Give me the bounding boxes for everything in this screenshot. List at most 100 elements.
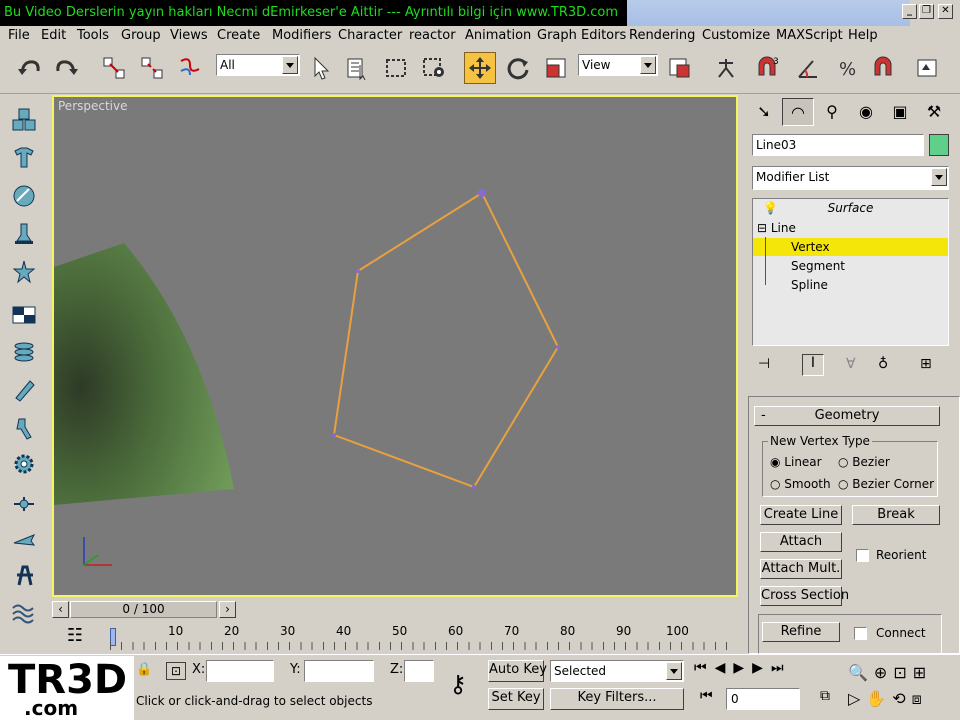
particles-tab[interactable]: [8, 256, 40, 288]
select-by-name-button[interactable]: [342, 52, 374, 84]
character-tab[interactable]: [8, 560, 40, 592]
menu-maxscript[interactable]: MAXScript: [776, 28, 843, 43]
selection-filter-dropdown[interactable]: All: [216, 54, 300, 76]
select-and-scale-button[interactable]: [540, 52, 572, 84]
radio-linear[interactable]: ◉ Linear: [770, 455, 822, 469]
geometry-rollout-header[interactable]: - Geometry: [754, 406, 940, 426]
window-crossing-button[interactable]: [418, 52, 450, 84]
next-frame-icon[interactable]: ▶: [752, 660, 771, 676]
zoom-extents-icon[interactable]: ⊡: [893, 663, 912, 682]
menu-group[interactable]: Group: [121, 28, 161, 43]
configure-sets-icon[interactable]: ⊞: [920, 356, 932, 372]
lights-tab[interactable]: [8, 218, 40, 250]
track-bar-menu-icon[interactable]: ☷: [62, 625, 88, 651]
unlink-button[interactable]: [136, 52, 168, 84]
auto-key-button[interactable]: Auto Key: [488, 660, 547, 682]
menu-modifiers[interactable]: Modifiers: [272, 28, 331, 43]
y-coordinate-field[interactable]: [304, 660, 374, 682]
pin-stack-icon[interactable]: ⊣: [758, 356, 770, 372]
surface-object[interactable]: [54, 243, 234, 505]
time-configuration-icon[interactable]: ⧉: [820, 688, 830, 704]
reference-coordinate-dropdown[interactable]: View: [578, 54, 658, 76]
maximize-viewport-icon[interactable]: ⧈: [912, 689, 928, 708]
pan-hand-icon[interactable]: ✋: [866, 689, 892, 708]
undo-button[interactable]: [14, 52, 46, 84]
vertex-point[interactable]: [332, 433, 336, 437]
previous-frame-icon[interactable]: ◀: [715, 660, 734, 676]
vertex-point[interactable]: [556, 345, 560, 349]
objects-tab[interactable]: [8, 104, 40, 136]
zoom-all-icon[interactable]: ⊕: [874, 663, 893, 682]
materials-tab[interactable]: [8, 298, 40, 330]
menu-create[interactable]: Create: [217, 28, 260, 43]
modify-tab-icon[interactable]: ◠: [782, 98, 814, 126]
pivot-center-button[interactable]: [664, 52, 696, 84]
stack-item-segment[interactable]: Segment: [753, 257, 948, 275]
menu-rendering[interactable]: Rendering: [629, 28, 695, 43]
create-tab-icon[interactable]: ➘: [748, 98, 780, 126]
hierarchy-tab-icon[interactable]: ⚲: [816, 98, 848, 126]
radio-bezier[interactable]: ○ Bezier: [838, 455, 890, 469]
bulb-icon[interactable]: 💡: [763, 201, 778, 215]
menu-animation[interactable]: Animation: [465, 28, 531, 43]
select-and-manipulate-button[interactable]: [710, 52, 742, 84]
layers-tab[interactable]: [8, 336, 40, 368]
display-tab-icon[interactable]: ▣: [884, 98, 916, 126]
menu-reactor[interactable]: reactor: [409, 28, 456, 43]
attach-mult-button[interactable]: Attach Mult.: [760, 559, 842, 579]
key-filters-button[interactable]: Key Filters...: [550, 688, 684, 710]
menu-file[interactable]: File: [8, 28, 30, 43]
helpers-tab[interactable]: [8, 374, 40, 406]
remove-modifier-icon[interactable]: ♁: [878, 356, 888, 372]
menu-customize[interactable]: Customize: [702, 28, 770, 43]
key-mode-icon[interactable]: ⏮: [700, 688, 713, 704]
key-set-dropdown[interactable]: Selected: [550, 660, 684, 682]
cross-section-button[interactable]: Cross Section: [760, 586, 849, 606]
snaps-toggle-button[interactable]: 3: [752, 52, 784, 84]
object-name-field[interactable]: Line03: [752, 134, 924, 156]
time-prev-button[interactable]: ‹: [52, 601, 69, 618]
absolute-mode-icon[interactable]: ⊡: [166, 662, 186, 680]
break-button[interactable]: Break: [852, 505, 940, 525]
stack-item-line[interactable]: ⊟ Line: [757, 219, 937, 237]
menu-character[interactable]: Character: [338, 28, 402, 43]
radio-bezier-corner[interactable]: ○ Bezier Corner: [838, 477, 934, 491]
stack-item-vertex[interactable]: Vertex: [753, 238, 948, 256]
arc-rotate-icon[interactable]: ⟲: [892, 689, 911, 708]
compound-tab[interactable]: [8, 180, 40, 212]
named-selection-sets-button[interactable]: [912, 52, 944, 84]
menu-views[interactable]: Views: [170, 28, 208, 43]
go-to-start-icon[interactable]: ⏮: [694, 660, 715, 676]
restore-button[interactable]: ❐: [919, 4, 934, 19]
spinner-snap-button[interactable]: [868, 52, 900, 84]
attach-button[interactable]: Attach: [760, 532, 842, 552]
angle-snap-button[interactable]: [792, 52, 824, 84]
bind-space-warp-button[interactable]: [174, 52, 206, 84]
vertex-point[interactable]: [478, 189, 486, 197]
shapes-tab[interactable]: [8, 142, 40, 174]
time-next-button[interactable]: ›: [219, 601, 236, 618]
menu-help[interactable]: Help: [848, 28, 878, 43]
cameras-tab[interactable]: [8, 412, 40, 444]
minimize-button[interactable]: _: [902, 4, 917, 19]
select-and-rotate-button[interactable]: [502, 52, 534, 84]
perspective-viewport[interactable]: Perspective: [52, 95, 738, 597]
zoom-extents-all-icon[interactable]: ⊞: [913, 663, 932, 682]
space-warps-tab[interactable]: [8, 488, 40, 520]
select-and-move-button[interactable]: [464, 52, 496, 84]
percent-snap-button[interactable]: %: [832, 52, 864, 84]
field-of-view-icon[interactable]: ▷: [848, 689, 866, 708]
menu-graph-editors[interactable]: Graph Editors: [537, 28, 626, 43]
track-bar[interactable]: 10 20 30 40 50 60 70 80 90 100: [110, 622, 738, 652]
vertex-point[interactable]: [472, 485, 476, 489]
x-coordinate-field[interactable]: [206, 660, 274, 682]
make-unique-icon[interactable]: ∀: [846, 356, 856, 372]
stack-item-surface[interactable]: Surface: [753, 199, 948, 217]
skeleton-tab[interactable]: [8, 524, 40, 556]
lock-selection-icon[interactable]: 🔒: [136, 662, 152, 677]
menu-tools[interactable]: Tools: [77, 28, 109, 43]
set-key-button[interactable]: Set Key: [488, 688, 544, 710]
play-icon[interactable]: ▶: [733, 660, 752, 676]
modifier-stack[interactable]: Surface 💡 ⊟ Line Vertex Segment Spline: [752, 198, 949, 346]
pentagon-spline[interactable]: [332, 191, 560, 489]
